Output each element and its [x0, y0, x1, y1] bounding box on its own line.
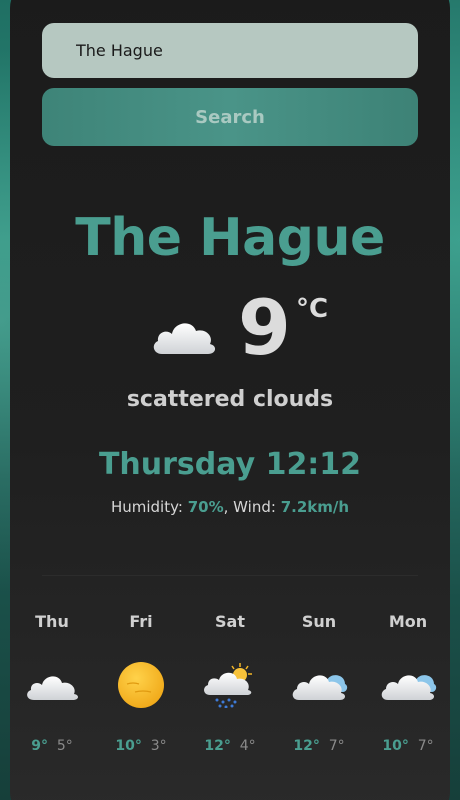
- cloud-icon: [27, 676, 79, 700]
- forecast-min: 3°: [150, 738, 167, 754]
- forecast-day: Sat 12° 4°: [190, 610, 270, 770]
- forecast-temps: 10° 7°: [368, 738, 448, 754]
- weather-details: Humidity: 70%, Wind: 7.2km/h: [0, 498, 460, 516]
- forecast-min: 7°: [328, 738, 345, 754]
- forecast-max: 10°: [382, 738, 409, 754]
- search-button[interactable]: Search: [42, 88, 418, 146]
- forecast-temps: 10° 3°: [101, 738, 181, 754]
- forecast-max: 9°: [31, 738, 48, 754]
- forecast-min: 7°: [417, 738, 434, 754]
- forecast-temps: 9° 5°: [12, 738, 92, 754]
- humidity-label: Humidity:: [110, 498, 188, 516]
- forecast-temps: 12° 4°: [190, 738, 270, 754]
- forecast-max: 12°: [293, 738, 320, 754]
- cloud-icon: [381, 675, 437, 700]
- forecast-day-name: Mon: [388, 612, 428, 631]
- temperature-unit: °C: [296, 294, 329, 324]
- search-input[interactable]: [42, 23, 418, 78]
- forecast-temps: 12° 7°: [279, 738, 359, 754]
- rain-sun-cloud-icon: [204, 663, 252, 708]
- forecast-day-name: Fri: [129, 612, 153, 631]
- divider: [42, 575, 418, 576]
- current-temperature: 9: [238, 283, 291, 372]
- forecast-max: 12°: [204, 738, 231, 754]
- humidity-value: 70%: [187, 498, 224, 516]
- wind-label: , Wind:: [223, 498, 281, 516]
- forecast-day: Mon 10° 7°: [368, 610, 448, 770]
- sun-icon: [118, 662, 164, 708]
- forecast-list: Thu 9° 5° Fri 10° 3° Sat 12° 4° Sun 12° …: [8, 610, 452, 770]
- current-datetime: Thursday 12:12: [98, 447, 362, 482]
- wind-value: 7.2km/h: [280, 498, 350, 516]
- weather-description: scattered clouds: [126, 387, 334, 412]
- forecast-day-name: Sat: [215, 612, 245, 631]
- forecast-day: Sun 12° 7°: [279, 610, 359, 770]
- cloud-icon: [292, 675, 348, 700]
- forecast-min: 4°: [239, 738, 256, 754]
- forecast-min: 5°: [56, 738, 73, 754]
- forecast-day: Thu 9° 5°: [12, 610, 92, 770]
- forecast-day-name: Sun: [301, 612, 337, 631]
- forecast-day-name: Thu: [35, 612, 69, 631]
- city-name: The Hague: [75, 208, 385, 268]
- cloud-icon: [153, 323, 216, 354]
- forecast-day: Fri 10° 3°: [101, 610, 181, 770]
- forecast-max: 10°: [115, 738, 142, 754]
